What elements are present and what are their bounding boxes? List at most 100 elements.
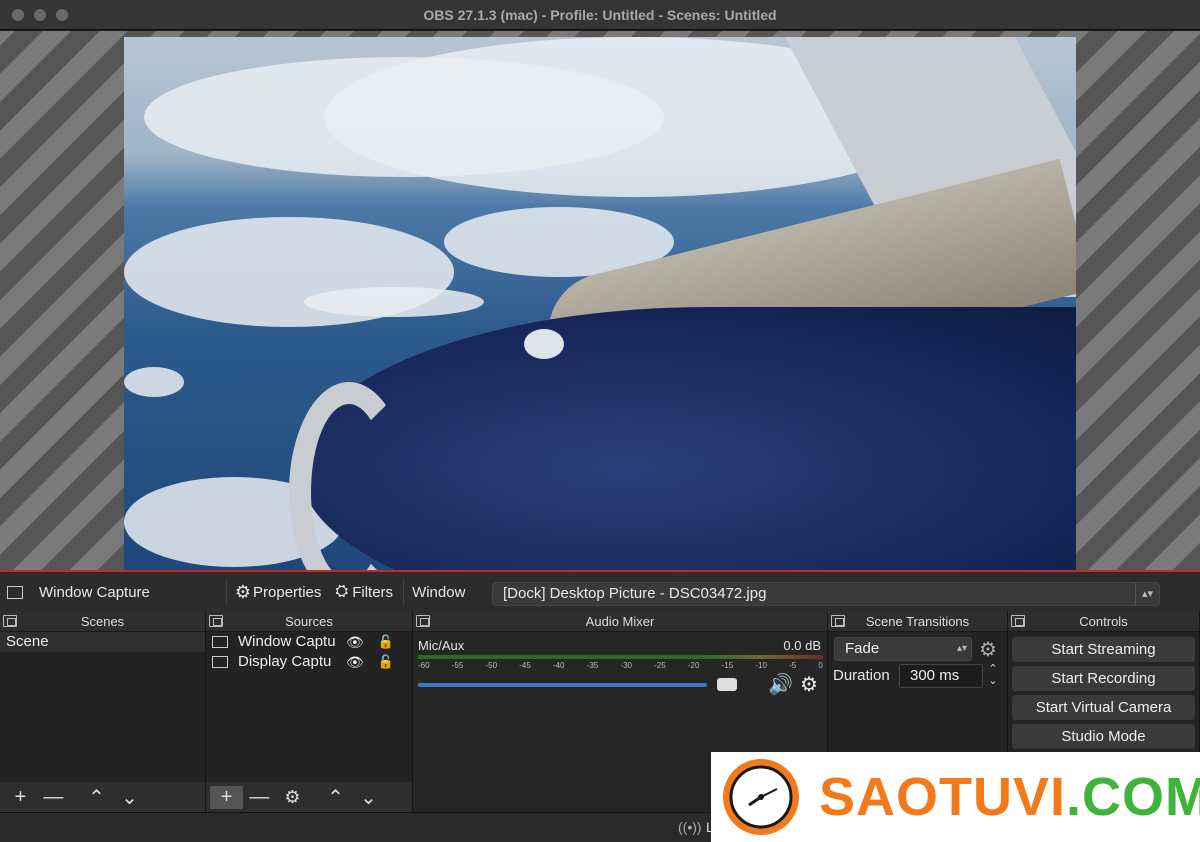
scene-list-item[interactable]: Scene [0,632,205,652]
preview-canvas[interactable] [124,37,1076,571]
sources-header-label: Sources [285,614,333,629]
volume-slider-handle[interactable] [717,678,737,691]
monitor-icon [212,656,228,668]
start-virtual-camera-button[interactable]: Start Virtual Camera [1012,695,1195,720]
sources-toolbar: + — ⚙ ⌃ ⌄ [206,782,412,812]
meter-tick: -55 [451,661,464,670]
remove-source-icon[interactable]: — [243,786,276,809]
zoom-window-button[interactable] [56,9,68,21]
float-dock-icon[interactable] [1011,615,1025,627]
lock-icon[interactable]: 🔓 [378,652,394,672]
source-toolbar: Window Capture ⚙ Properties ⛭ Filters Wi… [0,572,1200,612]
broadcast-icon: ((•)) [678,819,702,835]
obs-window: OBS 27.1.3 (mac) - Profile: Untitled - S… [0,0,1200,842]
source-list-item[interactable]: Display Captu 👁 🔓 [206,652,412,672]
close-window-button[interactable] [12,9,24,21]
window-title: OBS 27.1.3 (mac) - Profile: Untitled - S… [423,6,777,23]
preview-area[interactable] [0,31,1200,571]
meter-tick: -45 [519,661,531,670]
scenes-header-label: Scenes [80,614,125,629]
updown-chevron-icon: ▴▾ [1135,583,1159,605]
meter-ticks: -60 -55 -50 -45 -40 -35 -30 -25 -20 -15 … [418,661,823,670]
gear-icon[interactable]: ⚙ [800,672,818,697]
move-down-icon[interactable]: ⌄ [352,785,385,810]
lock-icon[interactable]: 🔓 [378,632,394,652]
watermark-text-green: .COM [1066,767,1200,827]
source-properties-gear-icon[interactable]: ⚙ [276,787,309,808]
duration-value: 300 ms [910,667,960,684]
window-label: Window [412,583,466,601]
window-select-value: [Dock] Desktop Picture - DSC03472.jpg [503,585,767,602]
transition-settings-gear-icon[interactable]: ⚙ [979,637,997,662]
meter-tick: -25 [654,661,666,670]
float-dock-icon[interactable] [831,615,845,627]
meter-tick: -30 [620,661,632,670]
sources-dock-header: Sources [206,612,412,632]
toolbar-divider [225,579,227,605]
clock-logo [723,759,799,835]
scenes-dock: Scenes Scene + — ⌃ ⌄ [0,612,206,812]
scenes-dock-header: Scenes [0,612,205,632]
audio-mixer-header-label: Audio Mixer [585,614,655,629]
float-dock-icon[interactable] [416,615,430,627]
watermark-text-orange: SAOTUVI [819,767,1067,827]
scenes-toolbar: + — ⌃ ⌄ [0,782,205,812]
window-icon [212,636,228,648]
meter-tick: -35 [586,661,599,670]
speaker-icon[interactable]: 🔊 [768,672,793,697]
add-source-icon[interactable]: + [210,785,243,809]
filter-icon: ⛭ [335,583,349,600]
meter-tick: -20 [687,661,700,670]
audio-mixer-header: Audio Mixer [413,612,827,632]
eye-icon[interactable]: 👁 [346,632,364,652]
filters-button[interactable]: ⛭ Filters [335,583,393,601]
meter-tick: -50 [485,661,498,670]
window-select[interactable]: [Dock] Desktop Picture - DSC03472.jpg ▴▾ [492,582,1160,606]
properties-button[interactable]: ⚙ Properties [235,582,322,603]
toolbar-divider [403,579,405,605]
watermark: SAOTUVI.COM [711,752,1200,842]
meter-tick: -60 [418,661,430,670]
transition-value: Fade [845,640,880,657]
duration-field[interactable]: 300 ms [899,664,983,688]
move-up-icon[interactable]: ⌃ [80,785,113,810]
meter-tick: -40 [552,661,565,670]
eye-icon[interactable]: 👁 [346,652,364,672]
filters-label: Filters [352,583,394,601]
scene-transitions-header-label: Scene Transitions [865,614,970,629]
gear-icon: ⚙ [234,581,252,602]
minimize-window-button[interactable] [34,9,46,21]
float-dock-icon[interactable] [3,615,17,627]
start-recording-button[interactable]: Start Recording [1012,666,1195,691]
duration-label: Duration [833,667,890,684]
controls-header: Controls [1008,612,1199,632]
remove-scene-icon[interactable]: — [37,786,70,809]
volume-meter [418,655,823,659]
watermark-text: SAOTUVI.COM [819,766,1200,828]
duration-stepper[interactable]: ⌃ ⌄ [985,663,1001,689]
volume-slider[interactable] [418,683,707,687]
meter-tick: -15 [721,661,734,670]
selected-source-name: Window Capture [39,583,150,601]
updown-chevron-icon: ▴▾ [956,643,967,654]
properties-label: Properties [253,583,322,601]
start-streaming-button[interactable]: Start Streaming [1012,637,1195,662]
studio-mode-button[interactable]: Studio Mode [1012,724,1195,749]
scene-transitions-header: Scene Transitions [828,612,1007,632]
source-list-item[interactable]: Window Captu 👁 🔓 [206,632,412,652]
meter-tick: 0 [818,661,823,670]
channel-name: Mic/Aux [418,638,465,653]
source-label: Display Captu [238,653,332,670]
move-down-icon[interactable]: ⌄ [113,785,146,810]
float-dock-icon[interactable] [209,615,223,627]
window-capture-icon [7,585,23,599]
title-bar: OBS 27.1.3 (mac) - Profile: Untitled - S… [0,0,1200,30]
meter-tick: -5 [789,661,797,670]
channel-level: 0.0 dB [783,638,821,653]
meter-tick: -10 [755,661,767,670]
move-up-icon[interactable]: ⌃ [319,785,352,810]
transition-select[interactable]: Fade ▴▾ [834,637,972,661]
sources-dock: Sources Window Captu 👁 🔓 Display Captu 👁… [206,612,413,812]
add-scene-icon[interactable]: + [4,786,37,809]
source-label: Window Captu [238,633,336,650]
